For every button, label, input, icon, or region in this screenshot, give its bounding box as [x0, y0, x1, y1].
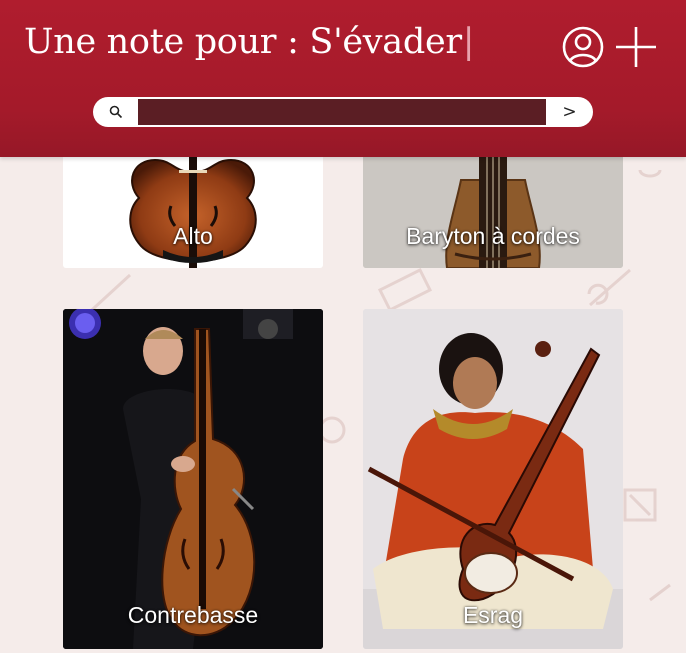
plus-icon	[616, 27, 656, 67]
search-icon[interactable]	[109, 105, 123, 119]
esraj-player-image	[363, 309, 623, 649]
user-circle-icon	[562, 26, 604, 68]
page-title: Une note pour : S'évader|	[24, 22, 475, 62]
instrument-card-contrebasse[interactable]: Contrebasse	[63, 309, 323, 649]
instrument-name: Alto	[173, 223, 213, 249]
add-button[interactable]	[614, 25, 658, 69]
instrument-name: Baryton à cordes	[406, 223, 580, 249]
search-input[interactable]	[138, 99, 546, 125]
search-submit-button[interactable]: >	[546, 97, 593, 127]
search-bar: >	[93, 97, 593, 127]
instrument-name: Contrebasse	[127, 602, 259, 628]
instrument-card-esrag[interactable]: Esrag	[363, 309, 623, 649]
double-bass-player-image	[63, 309, 323, 649]
user-profile-button[interactable]	[562, 26, 604, 68]
app-header: Une note pour : S'évader| >	[0, 0, 686, 157]
page-title-text: Une note pour : S'évader	[24, 22, 462, 62]
text-cursor: |	[462, 22, 475, 62]
instrument-name: Esrag	[462, 602, 524, 628]
